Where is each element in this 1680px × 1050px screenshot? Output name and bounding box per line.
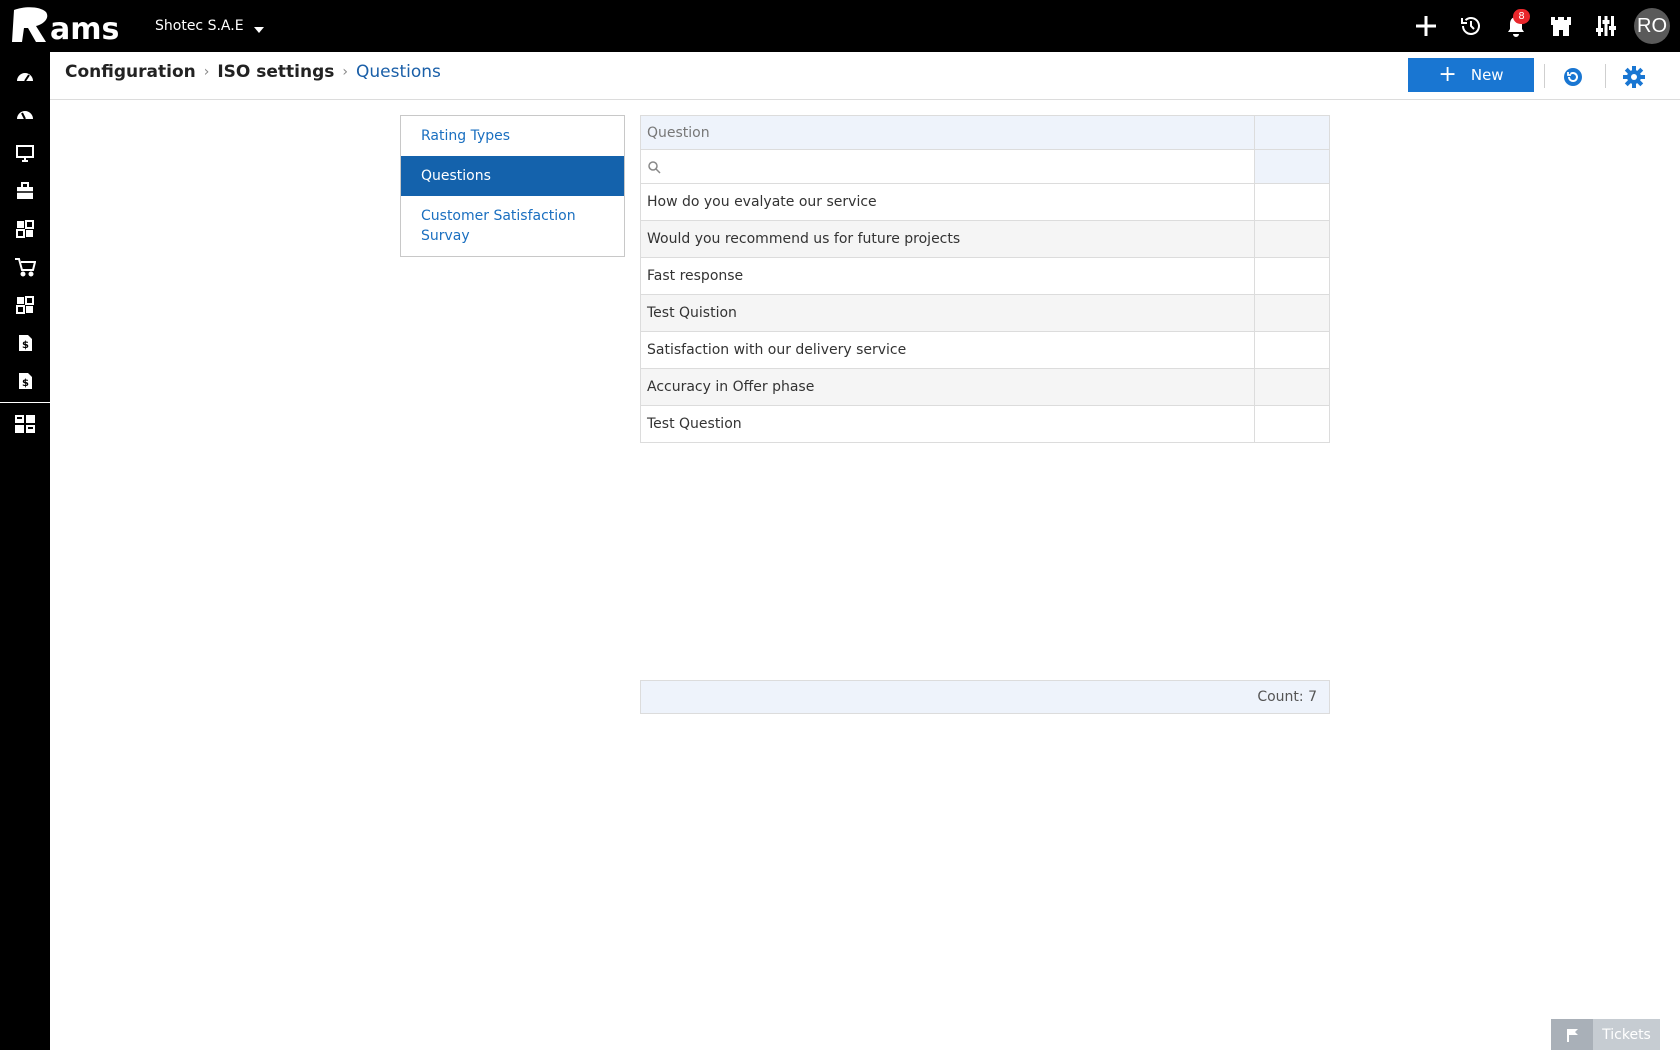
new-button[interactable]: + New [1408,58,1534,92]
breadcrumb-iso-settings[interactable]: ISO settings [217,62,334,82]
company-name: Shotec S.A.E [155,18,244,34]
tickets-label: Tickets [1593,1019,1660,1050]
question-cell: Test Question [641,406,1255,442]
page-header: Configuration › ISO settings › Questions… [50,52,1680,100]
sidebar-divider [0,402,50,403]
breadcrumb-questions: Questions [356,62,441,82]
question-cell: Accuracy in Offer phase [641,369,1255,405]
tickets-button[interactable]: Tickets [1551,1019,1660,1050]
left-sidebar: $ $ [0,52,50,1050]
notification-badge: 8 [1513,9,1530,24]
plus-icon: + [1438,62,1457,87]
row-count: Count: 7 [1257,689,1317,705]
castle-icon[interactable] [1538,0,1583,52]
breadcrumb-configuration[interactable]: Configuration [65,62,196,82]
table-row[interactable]: Fast response [641,258,1329,295]
filter-actions-cell [1255,150,1329,183]
table-row[interactable]: Would you recommend us for future projec… [641,221,1329,258]
question-cell: Would you recommend us for future projec… [641,221,1255,257]
table-row[interactable]: Accuracy in Offer phase [641,369,1329,406]
sliders-icon[interactable] [1583,0,1628,52]
question-cell: Test Quistion [641,295,1255,331]
invoice-icon[interactable]: $ [0,324,50,362]
bell-icon[interactable]: 8 [1493,0,1538,52]
cart-icon[interactable] [0,248,50,286]
user-avatar[interactable]: RO [1634,8,1670,44]
grid-header-row: Question [641,116,1329,150]
grid-icon[interactable] [0,405,50,443]
table-row[interactable]: Satisfaction with our delivery service [641,332,1329,369]
history-icon[interactable] [1448,0,1493,52]
company-selector[interactable]: Shotec S.A.E [155,18,264,34]
table-row[interactable]: How do you evalyate our service [641,184,1329,221]
svg-text:ams: ams [50,12,119,44]
invoice-alt-icon[interactable]: $ [0,362,50,400]
modules-icon[interactable] [0,210,50,248]
grid-filter-row [641,150,1329,184]
chevron-right-icon: › [203,64,210,80]
add-icon[interactable] [1403,0,1448,52]
column-header-question[interactable]: Question [641,116,1255,149]
rams-logo[interactable]: ams [10,6,130,47]
chevron-down-icon [253,27,264,33]
dashboard-icon[interactable] [0,58,50,96]
table-row[interactable]: Test Quistion [641,295,1329,332]
question-cell: How do you evalyate our service [641,184,1255,220]
nav-item-rating-types[interactable]: Rating Types [401,116,624,156]
question-cell: Fast response [641,258,1255,294]
flag-icon [1551,1019,1593,1050]
nav-item-questions[interactable]: Questions [401,156,624,196]
toolbar-divider [1605,64,1606,88]
briefcase-icon[interactable] [0,172,50,210]
toolbar-divider [1544,64,1545,88]
column-header-actions [1255,116,1329,149]
breadcrumb: Configuration › ISO settings › Questions [65,62,441,82]
new-button-label: New [1470,66,1504,84]
questions-grid: Question How do you evalyate our service… [640,115,1330,443]
dashboard-alt-icon[interactable] [0,96,50,134]
search-icon [648,160,661,174]
chevron-right-icon: › [342,64,349,80]
top-bar: ams Shotec S.A.E 8 RO [0,0,1680,52]
svg-text:$: $ [22,378,29,389]
refresh-icon[interactable] [1560,64,1586,90]
settings-nav-list: Rating Types Questions Customer Satisfac… [400,115,625,257]
table-row[interactable]: Test Question [641,406,1329,443]
monitor-icon[interactable] [0,134,50,172]
svg-text:$: $ [22,340,29,351]
question-cell: Satisfaction with our delivery service [641,332,1255,368]
modules-alt-icon[interactable] [0,286,50,324]
gear-icon[interactable] [1621,64,1647,90]
filter-cell[interactable] [641,150,1255,183]
grid-footer: Count: 7 [640,680,1330,714]
nav-item-customer-satisfaction-survey[interactable]: Customer Satisfaction Survay [401,196,624,256]
